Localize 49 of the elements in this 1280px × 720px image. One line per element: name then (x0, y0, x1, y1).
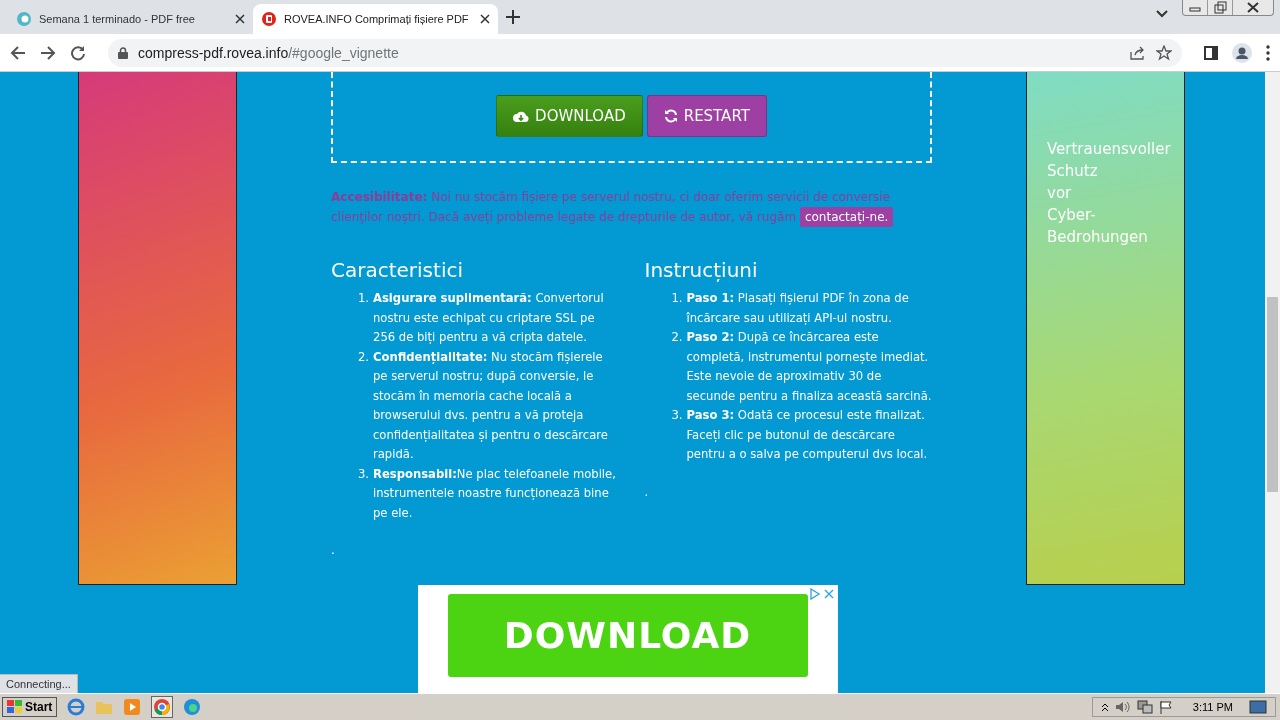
list-number: 1. (356, 290, 369, 307)
status-bar: Connecting... (0, 674, 78, 693)
scrollbar[interactable] (1265, 72, 1280, 693)
list-number: 1. (670, 290, 683, 307)
list-number: 3. (356, 465, 369, 483)
speaker-icon[interactable] (1114, 700, 1131, 714)
browser-tab[interactable]: Semana 1 terminado - PDF free (8, 4, 253, 34)
windows-logo-icon (7, 700, 23, 714)
menu-icon[interactable] (1266, 44, 1270, 61)
section-heading: Caracteristici (331, 257, 464, 283)
network-icon[interactable] (1136, 700, 1153, 714)
download-button[interactable]: DOWNLOAD (496, 95, 643, 137)
side-panel-icon[interactable] (1204, 45, 1218, 60)
address-bar[interactable]: compress-pdf.rovea.info/#google_vignette (108, 38, 1182, 67)
lock-icon (118, 46, 128, 59)
caret-up-icon[interactable] (1100, 702, 1109, 712)
dot-mark: . (331, 543, 335, 557)
list-item: Asigurare suplimentară: Convertorul nostru este echipat cu criptare SSL pe 256 de biți pentru a vă cripta datele. (373, 290, 605, 346)
dot-mark: . (644, 484, 649, 499)
back-icon[interactable] (10, 44, 26, 61)
forward-icon[interactable] (40, 44, 56, 61)
ad-choices-icon[interactable] (807, 587, 836, 601)
list-item: Paso 1: Plasați fișierul PDF în zona de încărcare sau utilizați API-ul nostru. (686, 290, 910, 327)
profile-icon[interactable] (1232, 42, 1252, 63)
banner-text: Vertrauensvoller Schutz vor Cyber- Bedrohungen (1047, 140, 1171, 246)
close-icon[interactable] (480, 14, 490, 24)
browser-tab[interactable]: ROVEA.INFO Comprimați fișiere PDF (253, 4, 498, 34)
list-item: Responsabil:Ne plac telefoanele mobile, instrumentele noastre funcționează bine pe ele. (373, 465, 617, 522)
refresh-icon (663, 109, 678, 123)
start-button[interactable]: Start (2, 697, 58, 717)
close-icon[interactable] (235, 14, 245, 24)
restart-button[interactable]: RESTART (646, 95, 767, 137)
new-tab-icon[interactable] (506, 10, 520, 24)
chevron-down-icon[interactable] (1156, 10, 1168, 18)
list-item: Confidențialitate: Nu stocăm fișierele pe serverul nostru; după conversie, le stocăm în memoria cache locală a browserului dvs. pentru a vă proteja confidențialitatea și pentru o descărcare rapidă. (373, 348, 609, 463)
clock[interactable]: 3:11 PM (1192, 701, 1233, 713)
section-heading: Instrucțiuni (644, 257, 759, 283)
contact-link[interactable]: contactați-ne. (799, 207, 894, 227)
list-item: Paso 2: După ce încărcarea este completă, instrumentul pornește imediat. Este nevoie de aproximativ 30 de secunde pentru a finaliza această sarcină. (686, 329, 932, 405)
notice-text: Accesibilitate: Noi nu stocăm fișiere pe serverul nostru, ci doar oferim servicii de conversie clienților noștri. Dacă aveți probleme legate de drepturile de autor, vă rugăm contactați-ne. (331, 187, 932, 227)
list-item: Paso 3: Odată ce procesul este finalizat. Faceți clic pe butonul de descărcare pentru a o salva pe computerul dvs local. (686, 407, 929, 463)
share-icon[interactable] (1130, 45, 1146, 60)
cloud-download-icon (513, 109, 530, 123)
star-icon[interactable] (1156, 44, 1172, 61)
list-number: 2. (670, 329, 683, 346)
flag-icon[interactable] (1158, 700, 1173, 714)
list-number: 3. (670, 407, 683, 424)
list-number: 2. (356, 348, 369, 366)
reload-icon[interactable] (70, 44, 86, 61)
